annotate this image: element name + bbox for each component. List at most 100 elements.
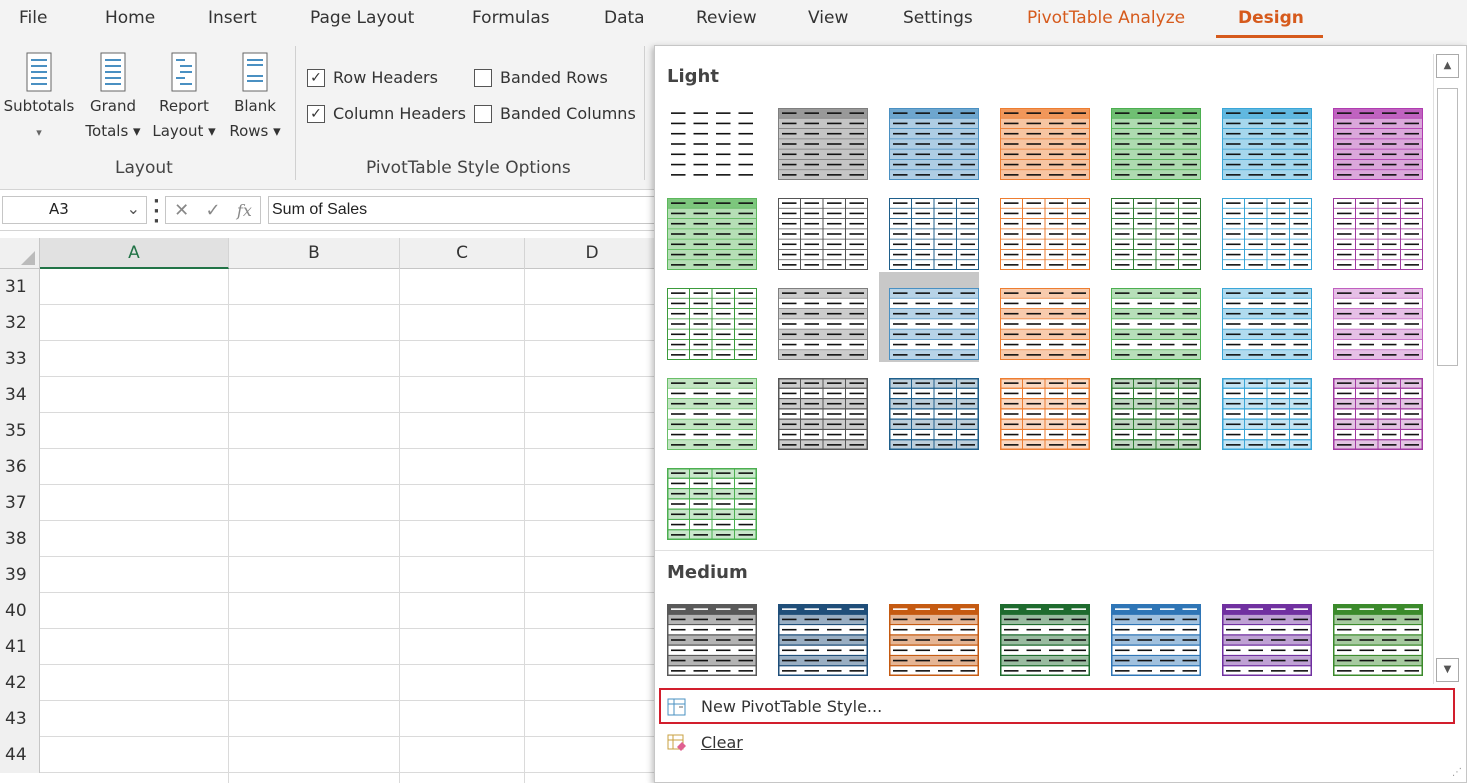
light-style-thumbnail[interactable] — [1101, 92, 1201, 182]
row-header[interactable]: 36 — [0, 449, 40, 485]
light-style-thumbnail[interactable] — [657, 92, 757, 182]
sheet-row[interactable]: 35 — [0, 413, 656, 449]
light-style-thumbnail[interactable] — [1323, 272, 1423, 362]
row-header[interactable]: 42 — [0, 665, 40, 701]
light-style-thumbnail[interactable] — [879, 272, 979, 362]
row-header[interactable]: 37 — [0, 485, 40, 521]
column-header-d[interactable]: D — [525, 238, 660, 269]
row-header[interactable]: 38 — [0, 521, 40, 557]
row-header[interactable]: 39 — [0, 557, 40, 593]
row-header[interactable]: 32 — [0, 305, 40, 341]
sheet-row[interactable]: 31 — [0, 269, 656, 305]
formula-bar-resize-handle[interactable]: · · · — [153, 193, 160, 231]
light-style-thumbnail[interactable] — [768, 272, 868, 362]
light-style-thumbnail[interactable] — [657, 272, 757, 362]
tab-data[interactable]: Data — [604, 8, 645, 28]
clear-item[interactable]: Clear — [659, 724, 1455, 760]
row-header[interactable]: 34 — [0, 377, 40, 413]
sheet-row[interactable]: 40 — [0, 593, 656, 629]
worksheet-grid[interactable]: A B C D 31 32 33 34 35 36 37 38 39 40 41 42 43 44 — [0, 238, 660, 783]
light-style-thumbnail[interactable] — [879, 92, 979, 182]
row-header[interactable]: 40 — [0, 593, 40, 629]
tab-file[interactable]: File — [19, 8, 47, 28]
sheet-row[interactable]: 44 — [0, 737, 656, 773]
report-layout-button[interactable]: Report Layout ▾ — [150, 52, 218, 144]
column-headers-checkbox[interactable]: ✓ Column Headers — [307, 104, 466, 123]
light-style-thumbnail[interactable] — [990, 92, 1090, 182]
light-style-thumbnail[interactable] — [990, 272, 1090, 362]
medium-style-thumbnail[interactable] — [1212, 588, 1312, 678]
tab-view[interactable]: View — [808, 8, 848, 28]
new-pivottable-style-item[interactable]: New PivotTable Style... — [659, 688, 1455, 724]
light-style-thumbnail[interactable] — [990, 362, 1090, 452]
tab-page-layout[interactable]: Page Layout — [310, 8, 414, 28]
light-style-thumbnail[interactable] — [768, 362, 868, 452]
light-style-thumbnail[interactable] — [1323, 92, 1423, 182]
select-all-button[interactable] — [0, 238, 40, 269]
tab-settings[interactable]: Settings — [903, 8, 973, 28]
medium-style-thumbnail[interactable] — [657, 588, 757, 678]
medium-style-thumbnail[interactable] — [1323, 588, 1423, 678]
gallery-scrollbar[interactable]: ▲ ▼ — [1433, 54, 1461, 684]
banded-columns-checkbox[interactable]: Banded Columns — [474, 104, 636, 123]
grand-totals-button[interactable]: Grand Totals ▾ — [82, 52, 144, 144]
row-header[interactable]: 35 — [0, 413, 40, 449]
row-header[interactable]: 43 — [0, 701, 40, 737]
tab-design[interactable]: Design — [1238, 8, 1304, 28]
sheet-row[interactable]: 38 — [0, 521, 656, 557]
light-style-thumbnail[interactable] — [657, 362, 757, 452]
light-style-thumbnail[interactable] — [879, 182, 979, 272]
sheet-row[interactable]: 42 — [0, 665, 656, 701]
subtotals-button[interactable]: Subtotals ▾ — [2, 52, 76, 145]
row-header[interactable]: 44 — [0, 737, 40, 773]
light-style-thumbnail[interactable] — [657, 182, 757, 272]
light-style-thumbnail[interactable] — [657, 452, 757, 542]
light-style-thumbnail[interactable] — [768, 92, 868, 182]
row-headers-checkbox[interactable]: ✓ Row Headers — [307, 68, 438, 87]
light-style-thumbnail[interactable] — [768, 182, 868, 272]
insert-function-icon[interactable]: fx — [237, 201, 252, 220]
tab-insert[interactable]: Insert — [208, 8, 257, 28]
formula-input[interactable]: Sum of Sales — [268, 196, 660, 224]
light-style-thumbnail[interactable] — [1101, 182, 1201, 272]
name-box[interactable]: A3 ⌄ — [2, 196, 147, 224]
sheet-row[interactable]: 37 — [0, 485, 656, 521]
tab-pivottable-analyze[interactable]: PivotTable Analyze — [1027, 8, 1185, 28]
column-header-c[interactable]: C — [400, 238, 525, 269]
cancel-icon[interactable]: ✕ — [174, 200, 189, 221]
blank-rows-button[interactable]: Blank Rows ▾ — [224, 52, 286, 144]
tab-formulas[interactable]: Formulas — [472, 8, 550, 28]
sheet-row[interactable]: 43 — [0, 701, 656, 737]
light-style-thumbnail[interactable] — [879, 362, 979, 452]
light-style-thumbnail[interactable] — [1101, 362, 1201, 452]
light-style-thumbnail[interactable] — [990, 182, 1090, 272]
row-header[interactable]: 31 — [0, 269, 40, 305]
chevron-down-icon[interactable]: ⌄ — [127, 199, 140, 218]
enter-icon[interactable]: ✓ — [206, 200, 221, 221]
light-style-thumbnail[interactable] — [1212, 272, 1312, 362]
medium-style-thumbnail[interactable] — [879, 588, 979, 678]
medium-style-thumbnail[interactable] — [990, 588, 1090, 678]
light-style-thumbnail[interactable] — [1212, 362, 1312, 452]
banded-rows-checkbox[interactable]: Banded Rows — [474, 68, 608, 87]
sheet-row[interactable]: 39 — [0, 557, 656, 593]
tab-home[interactable]: Home — [105, 8, 155, 28]
scroll-down-icon[interactable]: ▼ — [1436, 658, 1459, 682]
row-header[interactable]: 41 — [0, 629, 40, 665]
light-style-thumbnail[interactable] — [1101, 272, 1201, 362]
sheet-row[interactable]: 34 — [0, 377, 656, 413]
sheet-row[interactable]: 33 — [0, 341, 656, 377]
row-header[interactable]: 33 — [0, 341, 40, 377]
medium-style-thumbnail[interactable] — [1101, 588, 1201, 678]
tab-review[interactable]: Review — [696, 8, 757, 28]
light-style-thumbnail[interactable] — [1323, 182, 1423, 272]
light-style-thumbnail[interactable] — [1212, 92, 1312, 182]
sheet-row[interactable]: 36 — [0, 449, 656, 485]
sheet-row[interactable]: 41 — [0, 629, 656, 665]
light-style-thumbnail[interactable] — [1323, 362, 1423, 452]
scroll-up-icon[interactable]: ▲ — [1436, 54, 1459, 78]
resize-grip-icon[interactable]: ⋰ — [1452, 767, 1462, 778]
scrollbar-thumb[interactable] — [1437, 88, 1458, 366]
column-header-b[interactable]: B — [229, 238, 400, 269]
column-header-a[interactable]: A — [40, 238, 229, 269]
